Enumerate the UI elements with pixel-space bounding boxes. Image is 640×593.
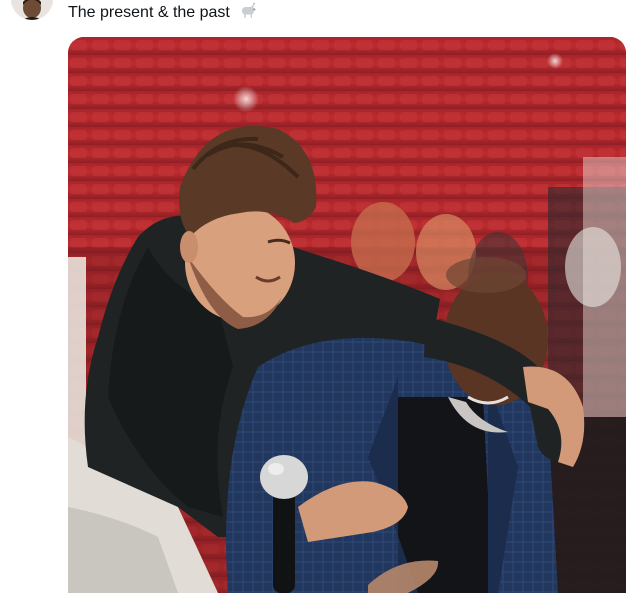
goat-icon xyxy=(238,2,258,20)
post-header: The present & the past xyxy=(0,0,640,26)
author-avatar[interactable] xyxy=(11,0,53,20)
avatar-portrait xyxy=(11,0,53,20)
photo-content xyxy=(68,37,626,593)
tweet-photo[interactable] xyxy=(68,37,626,593)
post-text-line: The present & the past xyxy=(68,2,258,23)
tweet: The present & the past xyxy=(0,0,640,593)
post-text: The present & the past xyxy=(68,4,230,21)
